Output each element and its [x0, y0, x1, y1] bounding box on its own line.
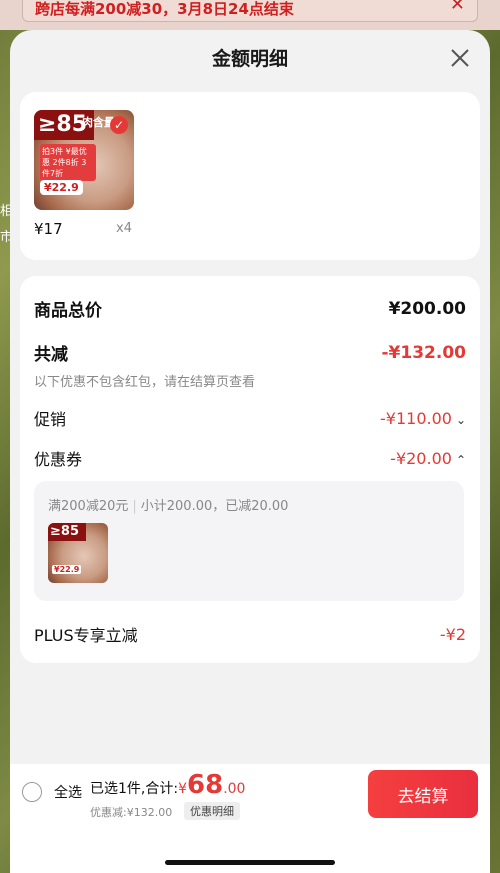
- coupon-label: 优惠券: [34, 450, 83, 469]
- summary-card: 商品总价 ¥200.00 共减 -¥132.00 以下优惠不包含红包，请在结算页…: [20, 276, 480, 663]
- plus-value: -¥2: [439, 624, 466, 644]
- reduce-label: 共减: [34, 345, 68, 365]
- coupon-value: -¥20.00: [390, 448, 452, 468]
- reduce-row: 共减 -¥132.00: [34, 340, 467, 366]
- item-price: ¥17: [34, 220, 63, 238]
- total-summary: 已选1件,合计: ¥ 68 .00: [90, 770, 245, 800]
- select-all-radio[interactable]: [22, 782, 42, 802]
- discount-text: 优惠减:¥132.00: [90, 806, 173, 819]
- promo-row[interactable]: 促销 -¥110.00 ⌄: [34, 406, 466, 430]
- banner-close-icon[interactable]: ✕: [450, 0, 465, 15]
- currency: ¥: [178, 781, 187, 797]
- total-row: 商品总价 ¥200.00: [34, 296, 466, 322]
- banner-text: 跨店每满200减30，3月8日24点结束: [35, 0, 294, 18]
- small-thumb-tag: ≥85: [48, 523, 86, 541]
- item-qty: x4: [116, 221, 132, 236]
- promo-banner[interactable]: 跨店每满200减30，3月8日24点结束 ✕: [22, 0, 478, 22]
- plus-row: PLUS专享立减 -¥2: [34, 622, 466, 646]
- checkout-button[interactable]: 去结算: [368, 770, 478, 818]
- home-indicator: [165, 860, 335, 865]
- selected-text: 已选1件,合计:: [90, 781, 179, 797]
- coupon-rule: 满200减20元: [48, 499, 129, 514]
- coupon-detail-box: 满200减20元 | 小计200.00，已减20.00 ≥85 ¥22.9: [34, 481, 464, 601]
- reduce-value: -¥132.00: [381, 342, 467, 363]
- promo-value: -¥110.00: [380, 408, 452, 428]
- small-thumb-price: ¥22.9: [52, 565, 82, 574]
- coupon-row[interactable]: 优惠券 -¥20.00 ⌃: [34, 446, 466, 470]
- checkout-bar: 全选 已选1件,合计: ¥ 68 .00 优惠减:¥132.00 优惠明细 去结…: [10, 764, 490, 873]
- thumb-price: ¥22.9: [40, 180, 83, 195]
- promo-label: 促销: [34, 410, 67, 429]
- thumb-promo: 拍3件 ¥最优惠 2件8折 3件7折: [40, 144, 96, 181]
- product-thumbnail[interactable]: ≥85 肉含量 ✓ 拍3件 ¥最优惠 2件8折 3件7折 ¥22.9: [34, 110, 134, 210]
- coupon-product-thumbnail[interactable]: ≥85 ¥22.9: [48, 523, 108, 583]
- select-all-label[interactable]: 全选: [54, 782, 82, 802]
- checked-icon: ✓: [110, 116, 128, 134]
- total-label: 商品总价: [34, 301, 102, 321]
- amount-int: 68: [187, 770, 224, 800]
- amount-dec: .00: [223, 781, 246, 797]
- product-card: ≥85 肉含量 ✓ 拍3件 ¥最优惠 2件8折 3件7折 ¥22.9 ¥17 x…: [20, 92, 480, 260]
- close-icon[interactable]: [448, 46, 472, 70]
- coupon-detail-text: 满200减20元 | 小计200.00，已减20.00: [48, 499, 289, 514]
- reduce-note: 以下优惠不包含红包，请在结算页查看: [34, 375, 256, 390]
- detail-button[interactable]: 优惠明细: [184, 802, 240, 820]
- sheet-title: 金额明细: [211, 48, 288, 70]
- chevron-up-icon[interactable]: ⌃: [456, 453, 466, 467]
- plus-label: PLUS专享立减: [34, 626, 138, 645]
- coupon-sub: 小计200.00，已减20.00: [140, 499, 289, 514]
- total-value: ¥200.00: [388, 298, 466, 319]
- chevron-down-icon[interactable]: ⌄: [456, 413, 466, 427]
- amount-detail-sheet: 金额明细 ≥85 肉含量 ✓ 拍3件 ¥最优惠 2件8折 3件7折 ¥22.9 …: [10, 30, 490, 873]
